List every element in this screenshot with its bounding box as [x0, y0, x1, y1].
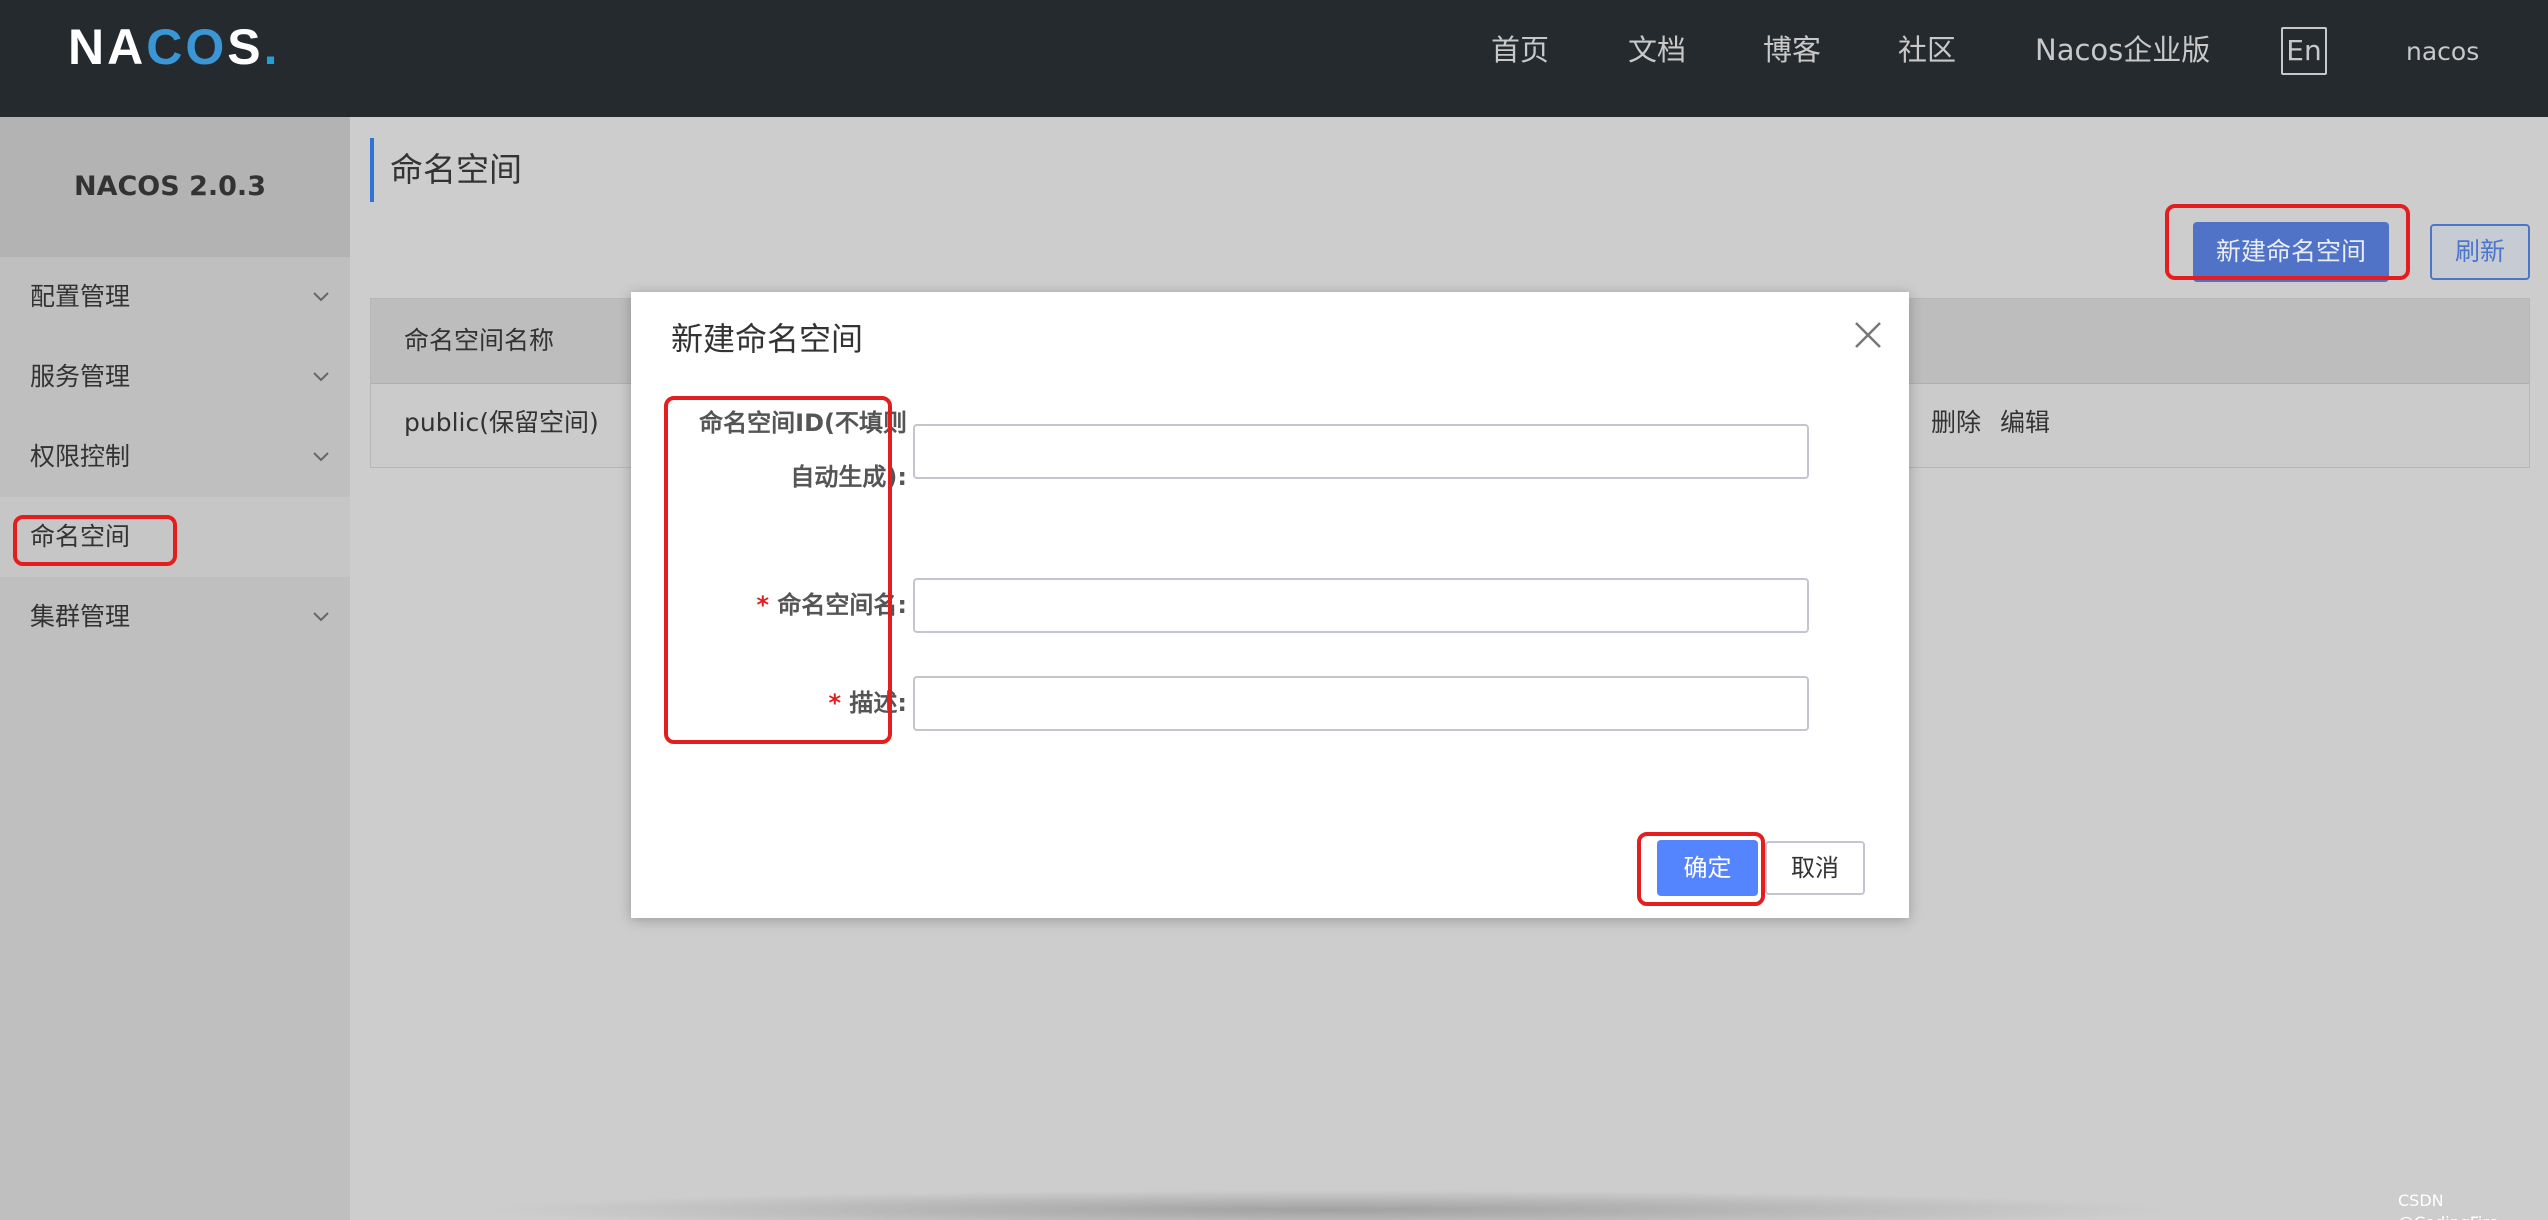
annotation-highlight-confirm-button	[1637, 832, 1765, 906]
new-namespace-dialog: 新建命名空间 命名空间ID(不填则 自动生成): * 命名空间名: * 描述: …	[631, 292, 1909, 918]
sidebar: NACOS 2.0.3 配置管理 服务管理 权限控制 命名空间 集群管理	[0, 117, 350, 1220]
delete-link[interactable]: 删除	[1931, 405, 1981, 441]
nav-home[interactable]: 首页	[1491, 28, 1549, 72]
logo-letter: S	[227, 19, 264, 75]
sidebar-item-auth[interactable]: 权限控制	[0, 417, 350, 497]
nav-docs[interactable]: 文档	[1628, 28, 1686, 72]
cancel-button[interactable]: 取消	[1765, 841, 1865, 895]
nav-enterprise[interactable]: Nacos企业版	[2035, 28, 2210, 72]
nav-community[interactable]: 社区	[1898, 28, 1956, 72]
namespace-id-input[interactable]	[913, 424, 1809, 479]
nav-blog[interactable]: 博客	[1763, 28, 1821, 72]
annotation-highlight-sidebar-namespace	[13, 515, 177, 566]
namespace-name-input[interactable]	[913, 578, 1809, 633]
sidebar-item-label: 配置管理	[30, 282, 131, 311]
sidebar-item-service[interactable]: 服务管理	[0, 337, 350, 417]
edit-link[interactable]: 编辑	[2000, 405, 2050, 441]
column-header-name: 命名空间名称	[404, 326, 555, 355]
username-label[interactable]: nacos	[2406, 32, 2479, 72]
table-cell-name: public(保留空间)	[404, 408, 599, 437]
annotation-highlight-new-button	[2165, 204, 2410, 280]
sidebar-item-label: 服务管理	[30, 362, 131, 391]
watermark: CSDN @CodingFire	[2398, 1191, 2498, 1220]
dialog-title: 新建命名空间	[671, 320, 864, 358]
logo-letter: C	[146, 19, 186, 75]
chevron-down-icon	[313, 372, 329, 382]
chevron-down-icon	[313, 292, 329, 302]
description-input[interactable]	[913, 676, 1809, 731]
refresh-button[interactable]: 刷新	[2430, 224, 2530, 280]
logo-letter: N	[68, 19, 108, 75]
chevron-down-icon	[313, 452, 329, 462]
logo-letter: O	[185, 19, 228, 75]
annotation-highlight-form-labels	[664, 396, 892, 744]
chevron-down-icon	[313, 612, 329, 622]
sidebar-header: NACOS 2.0.3	[0, 117, 350, 257]
bottom-shadow	[480, 1190, 2180, 1220]
title-accent-bar	[370, 138, 374, 202]
top-navbar: NACOS. 首页 文档 博客 社区 Nacos企业版 En nacos	[0, 0, 2548, 117]
sidebar-item-label: 集群管理	[30, 602, 131, 631]
version-label: NACOS 2.0.3	[74, 171, 266, 202]
sidebar-item-cluster[interactable]: 集群管理	[0, 577, 350, 657]
close-icon[interactable]	[1851, 318, 1885, 352]
page-title: 命名空间	[390, 150, 522, 189]
language-toggle-button[interactable]: En	[2281, 27, 2327, 75]
sidebar-item-config[interactable]: 配置管理	[0, 257, 350, 337]
nacos-logo[interactable]: NACOS.	[68, 22, 281, 72]
logo-letter: A	[107, 19, 147, 75]
sidebar-item-label: 权限控制	[30, 442, 131, 471]
logo-letter: .	[263, 19, 281, 75]
